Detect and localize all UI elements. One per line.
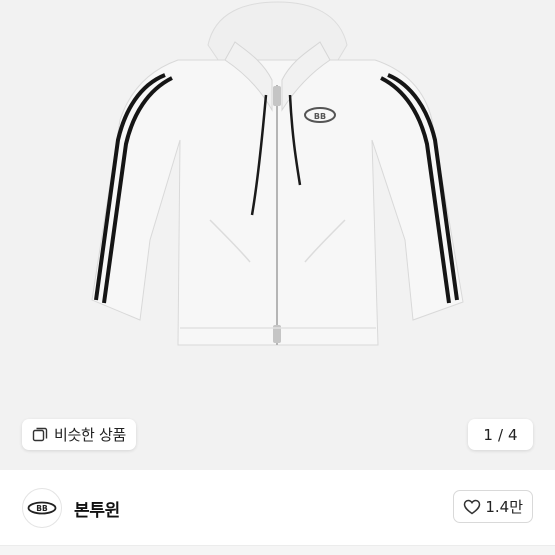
like-button[interactable]: 1.4만 [453, 490, 533, 523]
product-image: BB [91, 1, 464, 346]
svg-text:BB: BB [36, 504, 48, 513]
page-current: 1 [483, 425, 493, 444]
product-image-gallery[interactable]: BB 비슷한 상품 1 / 4 [0, 0, 555, 470]
brand-logo-icon: BB [27, 501, 57, 515]
image-page-counter: 1 / 4 [468, 419, 533, 450]
shop-name[interactable]: 본투윈 [74, 496, 120, 521]
page-separator: / [497, 425, 504, 444]
similar-items-label: 비슷한 상품 [54, 426, 126, 444]
heart-outline-icon [464, 499, 481, 514]
section-divider [0, 545, 555, 555]
like-count: 1.4만 [485, 498, 523, 516]
similar-items-icon [32, 427, 48, 441]
page-total: 4 [508, 425, 518, 444]
svg-text:BB: BB [314, 112, 326, 121]
similar-items-button[interactable]: 비슷한 상품 [22, 419, 136, 450]
product-detail-page: BB 비슷한 상품 1 / 4 BB 본투윈 1.4만 [0, 0, 555, 555]
shop-logo[interactable]: BB [22, 488, 62, 528]
